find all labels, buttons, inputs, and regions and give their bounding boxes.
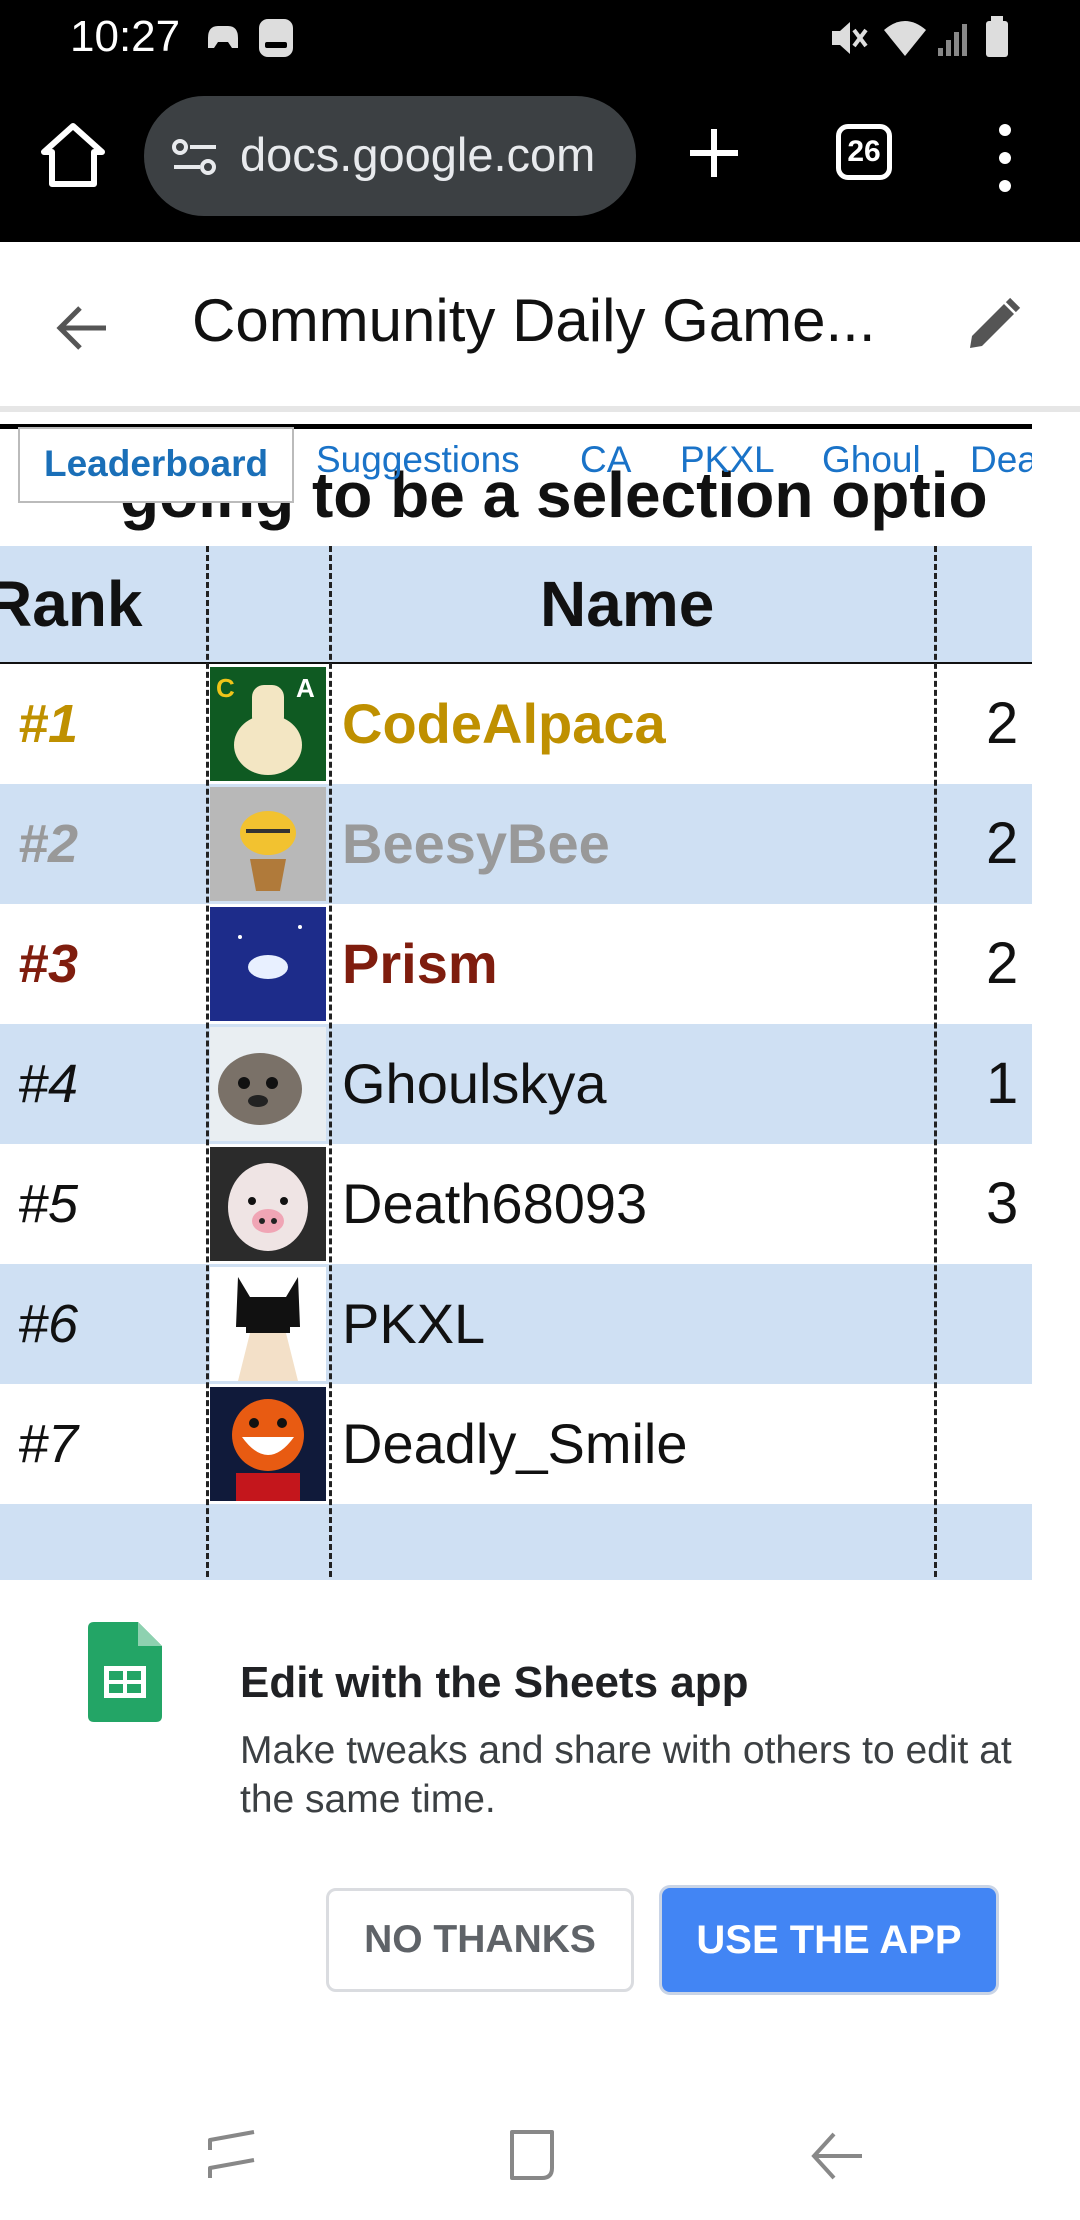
prompt-body: Make tweaks and share with others to edi… <box>240 1729 1012 1821</box>
system-nav-bar <box>0 2080 1080 2220</box>
name-cell: Prism <box>342 932 498 995</box>
use-the-app-button[interactable]: USE THE APP <box>662 1888 996 1992</box>
table-row[interactable]: #7 Deadly_Smile <box>0 1384 1032 1506</box>
name-cell: Deadly_Smile <box>342 1412 688 1475</box>
column-divider <box>934 546 937 1580</box>
sheet-margin <box>1032 412 1080 1580</box>
column-divider <box>206 546 209 1580</box>
no-thanks-button[interactable]: NO THANKS <box>326 1888 634 1992</box>
avatar <box>210 1147 326 1261</box>
name-cell: CodeAlpaca <box>342 692 666 755</box>
score-cell: 3 <box>986 1171 1019 1236</box>
address-bar[interactable]: docs.google.com <box>144 96 636 216</box>
svg-text:C: C <box>216 673 235 703</box>
table-header: Rank Name <box>0 546 1032 667</box>
rank-cell: #6 <box>18 1294 79 1354</box>
avatar <box>210 1027 326 1141</box>
score-cell: 2 <box>986 931 1019 996</box>
tab-death[interactable]: Death <box>970 439 1032 481</box>
battery-icon <box>986 16 1008 57</box>
tab-ghoul[interactable]: Ghoul <box>822 439 921 481</box>
notification-icon <box>259 19 293 57</box>
game-controller-icon <box>208 26 238 48</box>
rank-cell: #3 <box>18 934 79 994</box>
home-icon[interactable] <box>38 118 108 192</box>
avatar <box>210 907 326 1021</box>
rank-cell: #2 <box>18 814 79 874</box>
mute-icon <box>832 22 868 54</box>
name-cell: Death68093 <box>342 1172 648 1235</box>
avatar <box>210 787 326 901</box>
table-row[interactable]: #6 PKXL <box>0 1264 1032 1386</box>
score-cell: 2 <box>986 691 1019 756</box>
table-row[interactable]: #2 BeesyBee 2 <box>0 784 1032 906</box>
status-time: 10:27 <box>70 12 181 61</box>
rank-cell: #1 <box>18 694 79 754</box>
avatar <box>210 1267 326 1381</box>
new-tab-icon[interactable] <box>684 123 744 183</box>
google-sheets-icon <box>88 1622 162 1722</box>
avatar <box>210 1387 326 1501</box>
avatar: CA <box>210 667 326 781</box>
table-row[interactable]: #3 Prism 2 <box>0 904 1032 1026</box>
recent-apps-icon[interactable] <box>204 2126 264 2186</box>
edit-pencil-icon[interactable] <box>962 294 1024 356</box>
rank-cell: #5 <box>18 1174 79 1234</box>
rank-cell: #7 <box>18 1414 79 1474</box>
tab-switcher-button[interactable]: 26 <box>836 124 892 180</box>
rank-cell: #4 <box>18 1054 79 1114</box>
signal-icon <box>938 24 967 56</box>
table-row[interactable] <box>0 1504 1032 1580</box>
page-title: Community Daily Game... <box>192 287 876 354</box>
wifi-icon <box>884 21 926 56</box>
home-nav-icon[interactable] <box>506 2126 566 2186</box>
doc-header: Community Daily Game... <box>0 242 1080 412</box>
status-bar: 10:27 <box>0 0 1080 78</box>
sheet-tab-strip: Leaderboard Suggestions CA PKXL Ghoul De… <box>0 424 1032 505</box>
prompt-title: Edit with the Sheets app <box>240 1658 749 1707</box>
score-cell: 2 <box>986 811 1019 876</box>
more-options-icon[interactable] <box>990 118 1020 198</box>
column-divider <box>329 546 332 1580</box>
tab-ca[interactable]: CA <box>580 439 631 481</box>
table-row[interactable]: #5 Death68093 3 <box>0 1144 1032 1266</box>
url-text: docs.google.com <box>240 128 596 181</box>
score-cell: 1 <box>986 1051 1019 1116</box>
table-row[interactable]: #4 Ghoulskya 1 <box>0 1024 1032 1146</box>
browser-toolbar: docs.google.com 26 <box>0 78 1080 242</box>
tab-suggestions[interactable]: Suggestions <box>316 439 520 481</box>
column-header-name: Name <box>540 568 715 640</box>
svg-text:A: A <box>296 673 315 703</box>
tab-leaderboard[interactable]: Leaderboard <box>18 427 295 503</box>
tab-pkxl[interactable]: PKXL <box>680 439 775 481</box>
spreadsheet-view[interactable]: going to be a selection optio Leaderboar… <box>0 412 1032 1580</box>
name-cell: PKXL <box>342 1292 486 1355</box>
back-arrow-icon[interactable] <box>52 298 112 358</box>
back-nav-icon[interactable] <box>808 2126 868 2186</box>
column-header-rank: Rank <box>0 568 143 640</box>
site-settings-icon[interactable] <box>170 138 220 176</box>
name-cell: BeesyBee <box>342 812 610 875</box>
name-cell: Ghoulskya <box>342 1052 607 1115</box>
table-row[interactable]: #1 C A CodeAlpaca 2 <box>0 664 1032 786</box>
